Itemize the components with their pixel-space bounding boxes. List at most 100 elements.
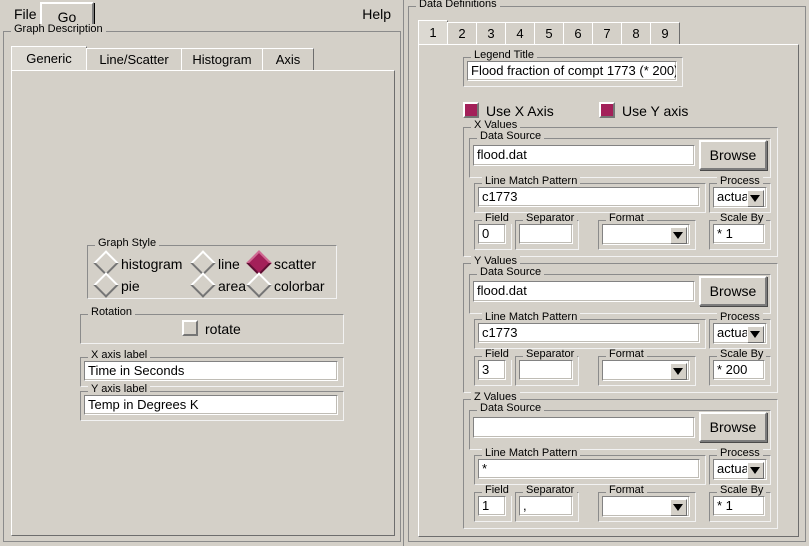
y-values-group: Y Values Data Source flood.dat Browse Li… xyxy=(463,263,778,393)
x-scale-by-title: Scale By xyxy=(717,213,766,224)
rotate-checkbox[interactable]: rotate xyxy=(182,320,241,338)
use-y-axis-checkbox[interactable]: Use Y axis xyxy=(599,102,688,120)
radio-line-label: line xyxy=(218,256,240,272)
menu-file[interactable]: File xyxy=(8,3,43,25)
y-format-dropdown[interactable] xyxy=(602,360,690,381)
z-process-dropdown[interactable]: actual xyxy=(713,459,767,480)
legend-title-group: Legend Title Flood fraction of compt 177… xyxy=(463,57,683,87)
radio-histogram[interactable]: histogram xyxy=(97,254,182,273)
graph-style-group: Graph Style histogram line scatter pie a… xyxy=(87,245,337,299)
x-data-source-input[interactable]: flood.dat xyxy=(473,145,695,166)
y-process-dropdown[interactable]: actual xyxy=(713,323,767,344)
tab-histogram[interactable]: Histogram xyxy=(181,48,263,70)
x-field-input[interactable]: 0 xyxy=(478,224,506,244)
y-data-source-group: Data Source flood.dat Browse xyxy=(469,274,771,314)
z-line-match-title: Line Match Pattern xyxy=(482,448,580,459)
z-process-chevron-down-icon[interactable] xyxy=(747,462,764,479)
x-axis-label-input[interactable]: Time in Seconds xyxy=(84,361,338,381)
x-browse-button[interactable]: Browse xyxy=(699,140,767,170)
radio-scatter-label: scatter xyxy=(274,256,316,272)
y-process-group: Process actual xyxy=(709,319,771,349)
y-axis-label-input[interactable]: Temp in Degrees K xyxy=(84,395,338,415)
z-process-title: Process xyxy=(717,448,763,459)
y-field-group: Field 3 xyxy=(474,356,512,386)
y-separator-title: Separator xyxy=(523,349,577,360)
y-process-chevron-down-icon[interactable] xyxy=(747,326,764,343)
y-browse-button[interactable]: Browse xyxy=(699,276,767,306)
radio-area-diamond-icon[interactable] xyxy=(190,272,215,297)
x-separator-input[interactable] xyxy=(519,224,573,244)
use-x-axis-checkbox[interactable]: Use X Axis xyxy=(463,102,554,120)
menu-help[interactable]: Help xyxy=(356,3,397,25)
x-axis-label-title: X axis label xyxy=(88,350,150,361)
z-data-source-title: Data Source xyxy=(477,403,544,414)
x-process-title: Process xyxy=(717,176,763,187)
x-format-title: Format xyxy=(606,213,647,224)
y-scale-by-input[interactable]: * 200 xyxy=(713,360,765,380)
z-format-chevron-down-icon[interactable] xyxy=(670,499,687,516)
x-process-chevron-down-icon[interactable] xyxy=(747,190,764,207)
z-values-group: Z Values Data Source Browse Line Match P… xyxy=(463,399,778,529)
x-process-dropdown[interactable]: actual xyxy=(713,187,767,208)
radio-colorbar-diamond-icon[interactable] xyxy=(246,272,271,297)
z-field-input[interactable]: 1 xyxy=(478,496,506,516)
application-window: File Go Help Graph Description Generic L… xyxy=(0,0,809,546)
z-browse-button[interactable]: Browse xyxy=(699,412,767,442)
y-axis-label-group: Y axis label Temp in Degrees K xyxy=(80,391,344,421)
x-scale-by-input[interactable]: * 1 xyxy=(713,224,765,244)
rotate-checkbox-icon[interactable] xyxy=(182,320,198,336)
z-separator-input[interactable]: , xyxy=(519,496,573,516)
z-scale-by-group: Scale By * 1 xyxy=(709,492,771,522)
z-line-match-group: Line Match Pattern * xyxy=(474,455,706,485)
z-scale-by-title: Scale By xyxy=(717,485,766,496)
y-process-title: Process xyxy=(717,312,763,323)
radio-pie[interactable]: pie xyxy=(97,276,140,295)
z-separator-group: Separator , xyxy=(515,492,579,522)
z-format-dropdown[interactable] xyxy=(602,496,690,517)
x-format-dropdown[interactable] xyxy=(602,224,690,245)
tab-dataset-8[interactable]: 8 xyxy=(621,22,651,44)
radio-area[interactable]: area xyxy=(194,276,246,295)
y-separator-input[interactable] xyxy=(519,360,573,380)
tab-dataset-5[interactable]: 5 xyxy=(534,22,564,44)
y-line-match-group: Line Match Pattern c1773 xyxy=(474,319,706,349)
panel-divider xyxy=(403,0,404,546)
radio-colorbar[interactable]: colorbar xyxy=(250,276,325,295)
y-line-match-input[interactable]: c1773 xyxy=(478,323,700,343)
tab-line-scatter[interactable]: Line/Scatter xyxy=(86,48,182,70)
rotation-group: Rotation rotate xyxy=(80,314,344,344)
y-separator-group: Separator xyxy=(515,356,579,386)
z-data-source-input[interactable] xyxy=(473,417,695,438)
z-scale-by-input[interactable]: * 1 xyxy=(713,496,765,516)
y-data-source-input[interactable]: flood.dat xyxy=(473,281,695,302)
use-x-axis-checkbox-icon[interactable] xyxy=(463,102,479,118)
tab-dataset-4[interactable]: 4 xyxy=(505,22,535,44)
tab-generic[interactable]: Generic xyxy=(11,46,87,70)
radio-line[interactable]: line xyxy=(194,254,240,273)
tab-dataset-9[interactable]: 9 xyxy=(650,22,680,44)
tab-dataset-7[interactable]: 7 xyxy=(592,22,622,44)
y-axis-label-title: Y axis label xyxy=(88,384,150,395)
x-line-match-input[interactable]: c1773 xyxy=(478,187,700,207)
data-definitions-group: Data Definitions 1 2 3 4 5 6 7 8 9 Legen… xyxy=(408,6,806,542)
legend-title-label: Legend Title xyxy=(471,50,537,61)
rotation-title: Rotation xyxy=(88,307,135,318)
tab-dataset-3[interactable]: 3 xyxy=(476,22,506,44)
use-y-axis-checkbox-icon[interactable] xyxy=(599,102,615,118)
tab-dataset-6[interactable]: 6 xyxy=(563,22,593,44)
radio-area-label: area xyxy=(218,278,246,294)
z-field-title: Field xyxy=(482,485,512,496)
x-values-group: X Values Data Source flood.dat Browse Li… xyxy=(463,127,778,257)
x-format-chevron-down-icon[interactable] xyxy=(670,227,687,244)
y-format-chevron-down-icon[interactable] xyxy=(670,363,687,380)
x-field-group: Field 0 xyxy=(474,220,512,250)
tab-dataset-2[interactable]: 2 xyxy=(447,22,477,44)
y-field-input[interactable]: 3 xyxy=(478,360,506,380)
legend-title-input[interactable]: Flood fraction of compt 1773 (* 200) xyxy=(467,61,677,81)
x-line-match-title: Line Match Pattern xyxy=(482,176,580,187)
radio-scatter[interactable]: scatter xyxy=(250,254,316,273)
z-line-match-input[interactable]: * xyxy=(478,459,700,479)
tab-dataset-1[interactable]: 1 xyxy=(418,20,448,44)
tab-axis[interactable]: Axis xyxy=(262,48,314,70)
radio-pie-diamond-icon[interactable] xyxy=(93,272,118,297)
